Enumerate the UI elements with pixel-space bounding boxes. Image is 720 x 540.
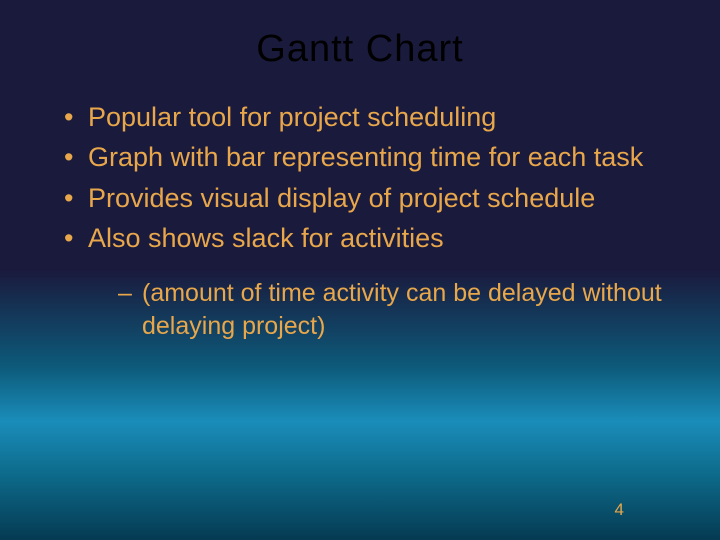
sub-list-item: (amount of time activity can be delayed … [118, 277, 670, 343]
slide: Gantt Chart Popular tool for project sch… [0, 0, 720, 540]
sub-list: (amount of time activity can be delayed … [88, 277, 670, 343]
list-item: Popular tool for project scheduling [60, 99, 670, 135]
slide-title: Gantt Chart [50, 28, 670, 71]
page-number: 4 [615, 500, 624, 520]
list-item: Graph with bar representing time for eac… [60, 139, 670, 175]
list-item: Also shows slack for activities (amount … [60, 220, 670, 342]
list-item: Provides visual display of project sched… [60, 180, 670, 216]
bullet-list: Popular tool for project scheduling Grap… [50, 99, 670, 343]
list-item-text: Also shows slack for activities [88, 223, 444, 253]
